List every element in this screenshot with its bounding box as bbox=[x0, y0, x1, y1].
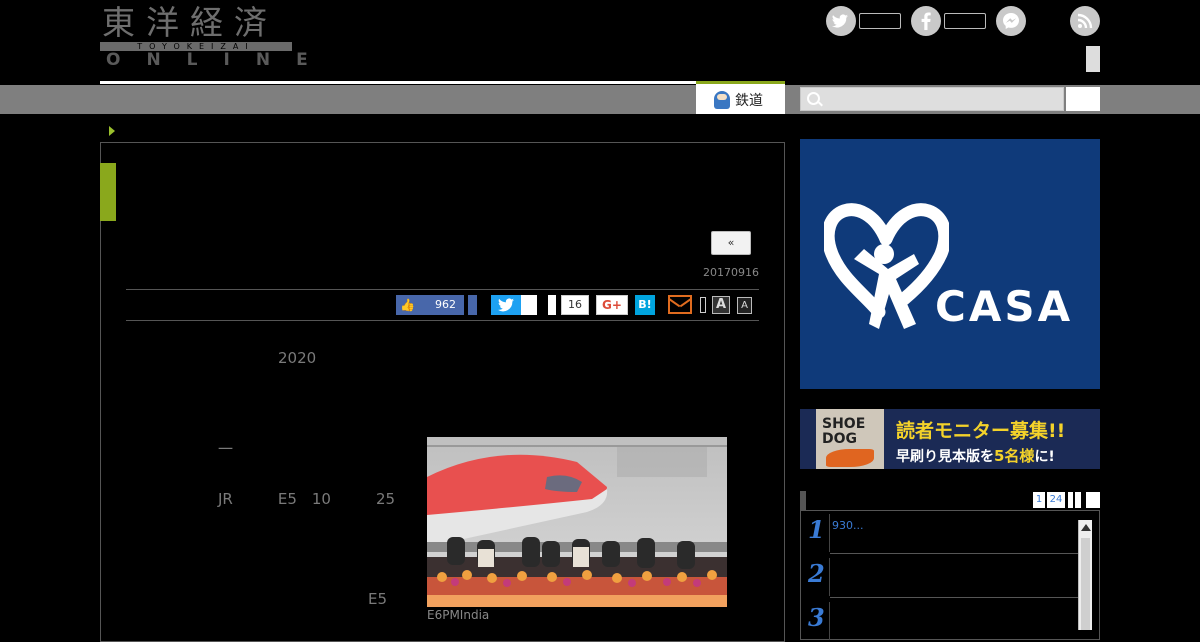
logo-kanji: 東洋経済 bbox=[102, 3, 278, 42]
ranking-separator bbox=[830, 553, 1078, 554]
facebook-like-button[interactable]: 👍 962 bbox=[396, 295, 464, 315]
ad-subline-post: に! bbox=[1034, 449, 1055, 465]
article-paragraph: 2020 bbox=[158, 346, 720, 371]
swoosh-icon bbox=[826, 449, 874, 467]
tab-railway-label: 鉄道 bbox=[735, 93, 763, 109]
search-button[interactable] bbox=[1066, 87, 1100, 111]
nav-top-line bbox=[100, 81, 696, 84]
pocket-button[interactable] bbox=[548, 295, 556, 315]
casa-wordmark: CASA bbox=[935, 282, 1074, 331]
ad-headline: 読者モニター募集!! bbox=[896, 420, 1066, 442]
article-date: 20170916 bbox=[703, 266, 759, 279]
mail-icon[interactable] bbox=[668, 295, 692, 314]
twitter-bird-icon bbox=[498, 298, 514, 312]
title-accent-bar bbox=[100, 163, 116, 221]
ranking-divider bbox=[829, 514, 830, 552]
search-icon bbox=[807, 92, 820, 105]
messenger-icon[interactable] bbox=[996, 6, 1026, 36]
search-input[interactable] bbox=[800, 87, 1064, 111]
ranking-tab-1h[interactable]: 1 bbox=[1033, 492, 1045, 508]
ranking-number: 3 bbox=[808, 603, 825, 632]
paragraph-text: 2020 bbox=[158, 349, 317, 367]
ranking-tab-monthly[interactable] bbox=[1075, 492, 1081, 508]
ranking-divider bbox=[829, 558, 830, 596]
casa-registered-mark: ® bbox=[908, 285, 919, 298]
ranking-number: 1 bbox=[808, 515, 825, 544]
site-logo[interactable]: 東洋経済 TOYOKEIZAI ONLINE bbox=[100, 3, 308, 70]
ranking-tab-more[interactable] bbox=[1086, 492, 1100, 508]
share-divider-top bbox=[126, 289, 759, 290]
book-monitor-ad-banner[interactable]: SHOE DOG 読者モニター募集!! 早刷り見本版を5名様に! bbox=[800, 409, 1100, 469]
tweet-count bbox=[521, 295, 537, 315]
scroll-thumb[interactable] bbox=[1081, 538, 1090, 630]
facebook-count-box bbox=[944, 13, 986, 29]
book-title: SHOE DOG bbox=[822, 416, 866, 447]
facebook-icon[interactable] bbox=[911, 6, 941, 36]
paragraph-line: E5 bbox=[158, 590, 388, 608]
ranking-header-bar bbox=[800, 491, 806, 510]
social-links bbox=[826, 6, 1106, 40]
header-menu-button[interactable] bbox=[1086, 46, 1100, 72]
hatena-bookmark-button[interactable]: B! bbox=[635, 295, 655, 315]
article-photo[interactable] bbox=[427, 437, 727, 607]
paragraph-line bbox=[158, 537, 414, 562]
font-size-large-button[interactable]: A bbox=[712, 296, 730, 314]
twitter-icon[interactable] bbox=[826, 6, 856, 36]
ranking-scrollbar[interactable] bbox=[1078, 520, 1092, 630]
font-size-small-button[interactable]: A bbox=[737, 297, 752, 314]
ad-subline: 早刷り見本版を5名様に! bbox=[896, 445, 1055, 466]
rss-icon[interactable] bbox=[1070, 6, 1100, 36]
paragraph-line bbox=[158, 462, 414, 487]
print-icon[interactable] bbox=[700, 297, 706, 313]
casa-heart-logo-icon bbox=[824, 203, 949, 329]
ranking-tab-24h[interactable]: 24 bbox=[1047, 492, 1065, 508]
paragraph-line bbox=[158, 562, 414, 587]
article-paragraph: 一 JR E5 10 25 E5 bbox=[158, 437, 414, 612]
photo-caption: E6PMIndia bbox=[427, 608, 490, 622]
casa-ad-banner[interactable]: ® CASA bbox=[800, 139, 1100, 389]
ranking-divider bbox=[829, 602, 830, 640]
google-plus-button[interactable]: G+ bbox=[596, 295, 628, 315]
twitter-count-box bbox=[859, 13, 901, 29]
ranking-number: 2 bbox=[808, 559, 825, 588]
prev-article-button[interactable]: « bbox=[711, 231, 751, 255]
like-count: 962 bbox=[435, 298, 456, 311]
paragraph-line: 一 bbox=[158, 440, 234, 458]
ranking-item-link[interactable]: 930... bbox=[832, 519, 864, 532]
ranking-tab-weekly[interactable] bbox=[1068, 492, 1073, 508]
scroll-up-arrow-icon[interactable] bbox=[1081, 524, 1091, 531]
tweet-button[interactable] bbox=[491, 295, 521, 315]
ad-subline-emphasis: 5名様 bbox=[994, 447, 1035, 465]
railway-mascot-icon bbox=[714, 91, 730, 109]
facebook-share-button[interactable] bbox=[468, 295, 477, 315]
tab-railway[interactable]: 鉄道 bbox=[696, 81, 785, 114]
breadcrumb-arrow-icon bbox=[109, 126, 115, 136]
book-cover: SHOE DOG bbox=[816, 409, 884, 469]
paragraph-line: JR E5 10 25 bbox=[158, 490, 396, 508]
share-divider-bottom bbox=[126, 320, 759, 321]
ranking-separator bbox=[830, 597, 1078, 598]
thumbs-up-icon: 👍 bbox=[400, 298, 415, 312]
pocket-count: 16 bbox=[561, 295, 589, 315]
paragraph-line bbox=[158, 512, 414, 537]
ad-subline-pre: 早刷り見本版を bbox=[896, 449, 994, 465]
logo-online: ONLINE bbox=[106, 50, 334, 70]
